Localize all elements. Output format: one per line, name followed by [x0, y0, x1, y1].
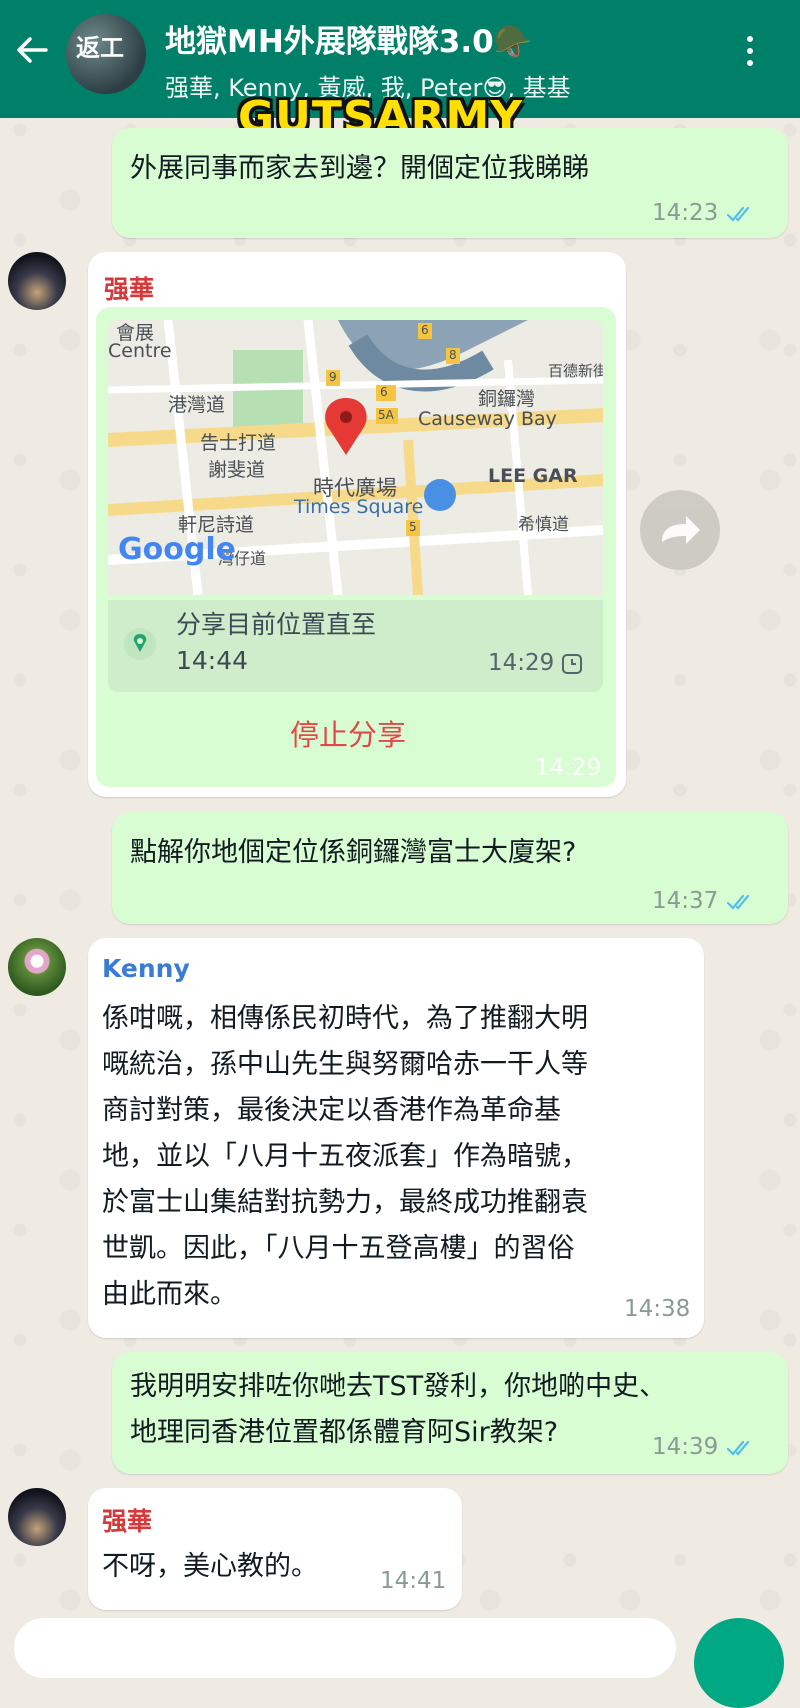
- message-bubble-outgoing[interactable]: 我明明安排咗你哋去TST發利，你地啲中史、 地理同香港位置都係體育阿Sir教架?…: [112, 1352, 788, 1474]
- forward-button[interactable]: [640, 490, 720, 570]
- group-title[interactable]: 地獄MH外展隊戰隊3.0🪖: [165, 16, 532, 61]
- message-text: 不呀，美心教的。: [102, 1551, 318, 1582]
- sender-name: Kenny: [102, 954, 190, 983]
- map-label: 謝斐道: [208, 459, 266, 481]
- message-bubble-incoming[interactable]: Kenny 係咁嘅，相傳係民初時代，為了推翻大明 嘅統治，孫中山先生與努爾哈赤一…: [88, 938, 704, 1338]
- read-receipt-icon: [726, 206, 750, 222]
- route-badge: 5A: [378, 408, 394, 422]
- message-text: 我明明安排咗你哋去TST發利，你地啲中史、 地理同香港位置都係體育阿Sir教架?: [130, 1364, 666, 1456]
- map-label: 希慎道: [518, 515, 569, 535]
- message-line: 嘅統治，孫中山先生與努爾哈赤一干人等: [102, 1049, 588, 1080]
- message-time: 14:39: [652, 1434, 719, 1460]
- message-input[interactable]: [14, 1618, 676, 1678]
- avatar[interactable]: [8, 938, 66, 996]
- share-info-box: 分享目前位置直至 14:44 14:29: [108, 600, 603, 692]
- route-badge: 9: [329, 370, 337, 384]
- message-time: 14:41: [380, 1568, 447, 1594]
- stop-sharing-button[interactable]: 停止分享: [290, 712, 406, 758]
- message-text: 外展同事而家去到邊？開個定位我睇睇: [130, 153, 589, 184]
- message-text: 點解你地個定位係銅鑼灣富士大廈架?: [130, 837, 577, 868]
- mic-button[interactable]: [694, 1618, 784, 1708]
- message-line: 商討對策，最後決定以香港作為革命基: [102, 1095, 561, 1126]
- message-line: 世凱。因此，「八月十五登高樓」的習俗: [102, 1233, 575, 1264]
- share-time: 14:29: [488, 650, 555, 676]
- message-time: 14:37: [652, 888, 719, 914]
- message-line: 係咁嘅，相傳係民初時代，為了推翻大明: [102, 1003, 588, 1034]
- map-label: 銅鑼灣: [478, 388, 536, 410]
- google-logo: Google: [118, 532, 236, 567]
- map-label: 港灣道: [168, 394, 226, 416]
- message-bubble-outgoing[interactable]: 點解你地個定位係銅鑼灣富士大廈架? 14:37: [112, 812, 788, 924]
- location-pin-icon: [124, 628, 156, 660]
- share-until-time: 14:44: [176, 646, 249, 675]
- share-label: 分享目前位置直至: [176, 610, 377, 639]
- timer-icon: [562, 654, 582, 674]
- route-badge: 6: [421, 323, 429, 337]
- map-label: LEE GAR: [488, 465, 578, 487]
- map-label: Times Square: [294, 496, 424, 518]
- sender-name: 强華: [102, 1507, 153, 1536]
- forward-icon: [662, 516, 700, 544]
- read-receipt-icon: [726, 1440, 750, 1456]
- read-receipt-icon: [726, 894, 750, 910]
- group-avatar[interactable]: 返工: [66, 14, 146, 94]
- sender-name: 强華: [104, 275, 155, 304]
- avatar[interactable]: [8, 252, 66, 310]
- more-options-icon[interactable]: [742, 36, 758, 76]
- message-text: 係咁嘅，相傳係民初時代，為了推翻大明 嘅統治，孫中山先生與努爾哈赤一干人等 商討…: [102, 996, 588, 1318]
- message-time: 14:23: [652, 200, 719, 226]
- message-line: 我明明安排咗你哋去TST發利，你地啲中史、: [130, 1371, 667, 1402]
- message-time: 14:38: [624, 1296, 691, 1322]
- route-badge: 8: [449, 348, 457, 362]
- message-line: 由此而來。: [102, 1279, 237, 1310]
- message-time: 14:29: [535, 755, 602, 781]
- group-avatar-text: 返工: [76, 33, 124, 62]
- map-label: 告士打道: [200, 432, 277, 454]
- message-line: 地理同香港位置都係體育阿Sir教架?: [130, 1417, 559, 1448]
- message-bubble-outgoing[interactable]: 外展同事而家去到邊？開個定位我睇睇 14:23: [112, 128, 788, 238]
- route-badge: 6: [380, 385, 388, 399]
- map-label: Causeway Bay: [418, 408, 557, 430]
- back-arrow-icon[interactable]: [12, 30, 52, 70]
- map-label: Centre: [108, 340, 172, 362]
- avatar[interactable]: [8, 1488, 66, 1546]
- map-label: 百德新街: [548, 362, 603, 380]
- message-line: 於富士山集結對抗勢力，最終成功推翻袁: [102, 1187, 588, 1218]
- message-line: 地，並以「八月十五夜派套」作為暗號，: [102, 1141, 588, 1172]
- route-badge: 5: [409, 520, 417, 534]
- message-bubble-incoming[interactable]: 强華 不呀，美心教的。 14:41: [88, 1488, 462, 1610]
- live-location-map[interactable]: 會展 Centre 港灣道 告士打道 謝斐道 時代廣場 Times Square…: [108, 320, 603, 595]
